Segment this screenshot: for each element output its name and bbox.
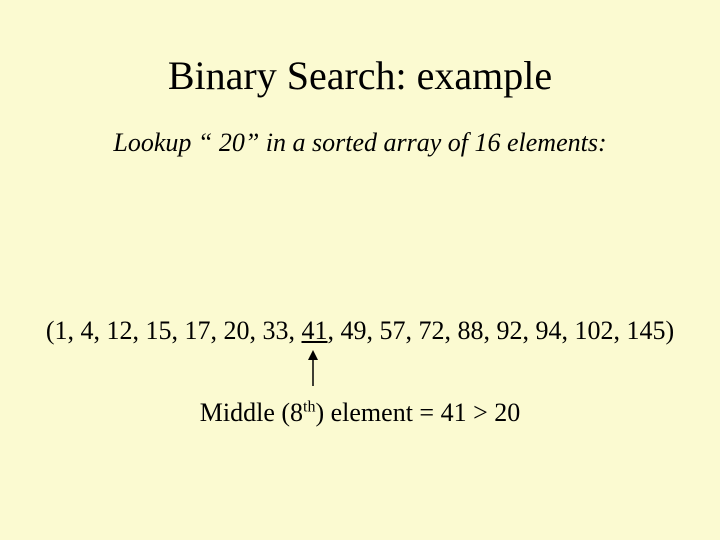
array-open-paren: ( bbox=[46, 316, 55, 345]
array-after-mid: , 49, 57, 72, 88, 92, 94, 102, 145 bbox=[328, 316, 666, 345]
slide-title: Binary Search: example bbox=[0, 52, 720, 99]
slide: Binary Search: example Lookup “ 20” in a… bbox=[0, 0, 720, 540]
up-arrow-icon bbox=[306, 350, 320, 386]
middle-ordinal-sup: th bbox=[303, 398, 315, 415]
middle-caption: Middle (8th) element = 41 > 20 bbox=[0, 398, 720, 428]
slide-subtitle: Lookup “ 20” in a sorted array of 16 ele… bbox=[0, 128, 720, 158]
array-close-paren: ) bbox=[666, 316, 675, 345]
array-before-mid: 1, 4, 12, 15, 17, 20, 33, bbox=[55, 316, 302, 345]
middle-suffix: ) element = 41 > 20 bbox=[315, 398, 520, 427]
middle-prefix: Middle (8 bbox=[200, 398, 303, 427]
array-display: (1, 4, 12, 15, 17, 20, 33, 41, 49, 57, 7… bbox=[0, 316, 720, 346]
array-mid-element: 41 bbox=[302, 316, 328, 345]
